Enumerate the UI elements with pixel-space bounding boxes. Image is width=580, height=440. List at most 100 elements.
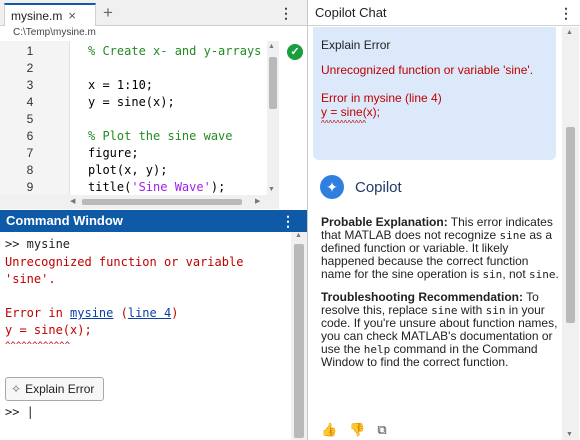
- scrollbar-thumb[interactable]: [82, 199, 242, 205]
- probable-heading: Probable Explanation:: [321, 215, 448, 229]
- code-line[interactable]: 8 plot(x, y);: [0, 162, 264, 179]
- copy-icon[interactable]: ⧉: [377, 422, 386, 438]
- scroll-up-arrow-icon[interactable]: ▲: [295, 232, 302, 239]
- code-line[interactable]: 1 % Create x- and y-arrays: [0, 43, 264, 60]
- editor-vertical-scrollbar[interactable]: ▲ ▼: [267, 41, 279, 195]
- code-text: plot(x, y);: [88, 163, 168, 177]
- troubleshooting-recommendation: Troubleshooting Recommendation: To resol…: [321, 291, 559, 369]
- copilot-header: Copilot Chat ⋮: [308, 0, 580, 26]
- editor-tabstrip: mysine.m × + ⋮: [0, 0, 307, 26]
- error-in-label: Error in: [5, 306, 71, 320]
- copilot-brand: ✦ Copilot: [320, 175, 402, 199]
- scrollbar-thumb[interactable]: [566, 127, 575, 323]
- line-number: 8: [26, 163, 34, 177]
- user-message-error-in: Error in mysine (line 4): [321, 91, 442, 105]
- copilot-menu-icon[interactable]: ⋮: [559, 6, 573, 20]
- code-string-literal: 'Sine Wave': [131, 180, 211, 194]
- line-number: 7: [26, 146, 34, 160]
- copilot-sparkle-icon: ✦: [320, 175, 344, 199]
- copilot-brand-name: Copilot: [355, 178, 402, 196]
- code-text: x = 1:10;: [88, 78, 154, 92]
- text-cursor: |: [19, 405, 34, 419]
- troubleshoot-heading: Troubleshooting Recommendation:: [321, 290, 524, 304]
- error-paren-open: (: [113, 306, 128, 320]
- code-text-pre: title(: [88, 180, 132, 194]
- code-line[interactable]: 7 figure;: [0, 145, 264, 162]
- copilot-panel: Copilot Chat ⋮ Explain Error Unrecognize…: [307, 0, 580, 440]
- left-pane: mysine.m × + ⋮ C:\Temp\mysine.m 1 % Creat…: [0, 0, 307, 440]
- scroll-right-arrow-icon[interactable]: ▶: [255, 197, 260, 205]
- command-prompt[interactable]: >> |: [5, 404, 34, 421]
- code-line[interactable]: 6 % Plot the sine wave: [0, 128, 264, 145]
- error-function-link[interactable]: mysine: [70, 306, 113, 320]
- user-message-error: Unrecognized function or variable 'sine'…: [321, 63, 534, 77]
- prompt-symbol: >>: [5, 405, 20, 419]
- editor-menu-icon[interactable]: ⋮: [279, 6, 293, 20]
- code-editor[interactable]: 1 % Create x- and y-arrays 2 3 x = 1:10; 4…: [0, 41, 307, 209]
- thumbs-up-icon[interactable]: 👍: [321, 422, 337, 438]
- editor-horizontal-scrollbar[interactable]: ◀ ▶: [0, 195, 279, 209]
- code-text: figure;: [88, 146, 139, 160]
- file-path: C:\Temp\mysine.m: [0, 26, 307, 41]
- scroll-left-arrow-icon[interactable]: ◀: [70, 197, 75, 205]
- error-message-line2: 'sine'.: [5, 272, 56, 286]
- explain-error-label: Explain Error: [25, 382, 95, 396]
- code-line[interactable]: 5: [0, 111, 264, 128]
- line-number: 1: [26, 44, 34, 58]
- error-message-line1: Unrecognized function or variable: [5, 255, 244, 269]
- command-window-menu-icon[interactable]: ⋮: [281, 214, 295, 228]
- code-text-post: );: [210, 180, 226, 194]
- scroll-up-arrow-icon[interactable]: ▲: [566, 29, 573, 36]
- add-tab-icon[interactable]: +: [103, 3, 113, 23]
- copilot-title: Copilot Chat: [315, 5, 387, 20]
- command-echo: >> mysine: [5, 237, 71, 251]
- code-line[interactable]: 9 title('Sine Wave');: [0, 179, 264, 196]
- code-lines: 1 % Create x- and y-arrays 2 3 x = 1:10; 4…: [0, 43, 264, 196]
- thumbs-down-icon[interactable]: 👎: [349, 422, 365, 438]
- code-text: y = sine(x);: [88, 95, 175, 109]
- tab-mysine[interactable]: mysine.m ×: [4, 3, 96, 26]
- explain-error-button[interactable]: ✧ Explain Error: [5, 377, 104, 401]
- user-message-bubble: Explain Error Unrecognized function or v…: [313, 27, 556, 160]
- error-code-line: y = sine(x);: [5, 323, 92, 337]
- inline-code: sine: [529, 268, 556, 281]
- sparkle-icon: ✧: [11, 382, 22, 396]
- error-line-link[interactable]: line 4: [128, 306, 171, 320]
- response-text: .: [555, 267, 559, 281]
- line-number: 4: [26, 95, 34, 109]
- code-text: title('Sine Wave');: [88, 179, 225, 196]
- code-line[interactable]: 2: [0, 60, 264, 77]
- command-window-title: Command Window: [6, 213, 123, 228]
- user-message-code: y = sine(x);: [321, 105, 381, 119]
- scrollbar-thumb[interactable]: [269, 57, 277, 109]
- code-line[interactable]: 4 y = sine(x);: [0, 94, 264, 111]
- line-number: 2: [26, 61, 34, 75]
- scroll-down-arrow-icon[interactable]: ▼: [268, 186, 275, 193]
- command-window-scrollbar[interactable]: ▲: [291, 232, 307, 440]
- response-text: , not: [502, 267, 529, 281]
- user-message-caret: ^^^^^^^^^^^^: [321, 119, 367, 128]
- user-message-title: Explain Error: [321, 38, 391, 52]
- scrollbar-thumb[interactable]: [294, 244, 304, 438]
- line-number: 3: [26, 78, 34, 92]
- line-number: 6: [26, 129, 34, 143]
- command-window-header: Command Window ⋮: [0, 210, 307, 232]
- error-paren-close: ): [171, 306, 179, 320]
- code-text: % Create x- and y-arrays: [88, 44, 262, 58]
- error-location: Error in mysine (line 4): [5, 305, 178, 322]
- line-number: 9: [26, 180, 34, 194]
- code-line[interactable]: 3 x = 1:10;: [0, 77, 264, 94]
- copilot-response: Probable Explanation: This error indicat…: [321, 216, 559, 379]
- response-actions: 👍 👎 ⧉: [321, 422, 399, 438]
- close-icon[interactable]: ×: [68, 8, 76, 23]
- error-caret-marker: ^^^^^^^^^^^^: [5, 341, 71, 351]
- tab-label: mysine.m: [11, 8, 63, 23]
- check-circle-icon: ✓: [287, 44, 303, 60]
- response-text: with: [457, 303, 486, 317]
- probable-explanation: Probable Explanation: This error indicat…: [321, 215, 559, 282]
- scroll-up-arrow-icon[interactable]: ▲: [268, 43, 275, 50]
- scroll-down-arrow-icon[interactable]: ▼: [566, 431, 573, 438]
- command-window-body[interactable]: >> mysine Unrecognized function or varia…: [0, 232, 291, 440]
- copilot-scrollbar[interactable]: ▲ ▼: [562, 27, 579, 440]
- inline-code: sin: [482, 268, 503, 281]
